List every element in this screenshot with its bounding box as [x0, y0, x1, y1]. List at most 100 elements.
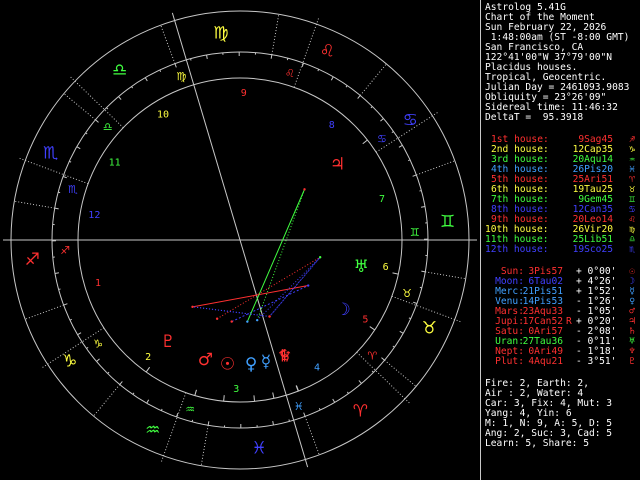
degree-tick	[381, 357, 385, 361]
chart-wheel: ♈ ♉ ♊ ♋ ♌ ♍ ♎ ♏ ♐ ♑ ♒ ♓ ♐ 1 ♑ 2 ♒ 3 ♓ 4 ♈ 5 ♉ 6 ♊ 7 ♋ 8 ♌ 9 ♍ 10 ♎ 11 ♏ 12 ☉…	[3, 10, 477, 470]
house-number: 4	[314, 362, 320, 373]
planet-tick	[194, 389, 197, 396]
house-number: 10	[157, 110, 169, 121]
aspect-lines	[192, 189, 321, 323]
house-number: 12	[88, 210, 100, 221]
degree-tick	[86, 346, 89, 349]
degree-tick	[398, 144, 403, 148]
degree-tick	[191, 419, 194, 422]
planet-dot	[268, 315, 271, 318]
degree-tick	[144, 77, 148, 82]
house-number: 6	[383, 262, 389, 273]
planet-dot	[255, 318, 259, 322]
zodiac-sign-icon: ♏	[43, 144, 58, 164]
cusp-sign-icon: ♑	[93, 337, 103, 350]
zodiac-sign-icon: ♌	[320, 42, 335, 62]
house-number: 3	[233, 384, 239, 395]
house-number: 1	[95, 278, 101, 289]
house-label: 12th house:	[485, 244, 549, 255]
planet-icon: ♅	[354, 257, 369, 277]
aspect-line	[216, 256, 321, 320]
aspect-line	[192, 285, 309, 308]
planet-tick	[362, 139, 368, 145]
planet-dot	[215, 317, 219, 320]
degree-tick	[58, 288, 61, 290]
planet-icon: ☽	[336, 300, 351, 320]
retrograde-flag	[566, 357, 572, 367]
aspect-line	[192, 306, 270, 317]
degree-tick	[391, 131, 394, 134]
planet-tick	[272, 392, 275, 399]
cusp-sign-icon: ♌	[285, 67, 295, 80]
degree-tick	[77, 332, 82, 336]
sign-boundary	[416, 160, 456, 176]
degree-tick	[318, 408, 321, 411]
planet-icon: ☉	[220, 354, 235, 374]
zodiac-sign-icon: ♉	[422, 318, 437, 338]
degree-tick	[76, 146, 81, 150]
cusp-sign-icon: ♉	[402, 287, 412, 300]
degree-tick	[345, 85, 348, 88]
degree-tick	[62, 176, 67, 179]
house-cusp-line	[171, 12, 241, 241]
degree-tick	[159, 69, 162, 72]
degree-tick	[58, 191, 61, 194]
degree-tick	[270, 54, 273, 59]
cusp-sign-icon: ♊	[410, 226, 420, 239]
house-number: 2	[145, 352, 151, 363]
planet-icon: ♀	[245, 355, 257, 375]
planet-dot	[318, 256, 322, 259]
planet-tick	[253, 395, 255, 402]
sign-boundary	[93, 384, 121, 417]
planet-tick	[392, 272, 399, 275]
degree-tick	[371, 370, 374, 373]
zodiac-sign-icon: ♍	[213, 23, 228, 43]
planet-dot	[303, 188, 306, 191]
degree-tick	[107, 371, 110, 374]
degree-tick	[286, 58, 289, 61]
cusp-sign-icon: ♈	[367, 350, 377, 363]
sign-boundary	[63, 93, 96, 121]
degree-tick	[207, 421, 210, 426]
degree-tick	[419, 190, 422, 192]
house-number: 5	[362, 315, 368, 326]
zodiac-sign-icon: ♈	[353, 401, 368, 421]
degree-tick	[317, 69, 320, 72]
degree-tick	[106, 107, 109, 110]
planet-tick	[145, 366, 151, 373]
degree-tick	[419, 286, 422, 289]
planet-icon: ♇	[629, 356, 635, 367]
planet-tick	[369, 326, 376, 331]
cusp-sign-icon: ♐	[60, 244, 70, 257]
planet-icon: ♂	[198, 350, 213, 370]
degree-tick	[131, 86, 134, 89]
zodiac-sign-icon: ♑	[62, 351, 77, 371]
cusp-sign-icon: ♒	[185, 403, 195, 416]
planet-icon: ♆	[277, 347, 292, 367]
planet-dot	[246, 320, 249, 323]
degree-tick	[346, 391, 349, 394]
degree-tick	[190, 58, 192, 61]
cusp-sign-icon: ♋	[377, 133, 387, 146]
zodiac-sign-icon: ♊	[440, 212, 455, 232]
degree-tick	[421, 270, 426, 273]
house-number: 9	[241, 88, 247, 99]
degree-tick	[357, 95, 361, 99]
sign-boundary	[384, 359, 417, 387]
degree-tick	[399, 330, 404, 334]
degree-tick	[69, 318, 72, 321]
planet-tick	[223, 395, 225, 402]
house-number: 11	[109, 157, 121, 168]
house-cusp: 19Sco25	[572, 244, 613, 255]
degree-tick	[408, 159, 411, 162]
degree-tick	[380, 118, 384, 122]
zodiac-sign-icon: ♎	[112, 61, 127, 81]
degree-tick	[206, 54, 208, 60]
house-row: 12th house: 19Sco25 ♏	[480, 245, 640, 255]
zodiac-sign-icon: ♓	[251, 439, 266, 459]
degree-tick	[272, 420, 274, 426]
planet-row: Plut: 4Aqu21 - 3°51' ♇	[480, 357, 640, 367]
degree-tick	[176, 413, 179, 418]
degree-tick	[119, 381, 123, 385]
wheel-frame	[3, 10, 477, 470]
